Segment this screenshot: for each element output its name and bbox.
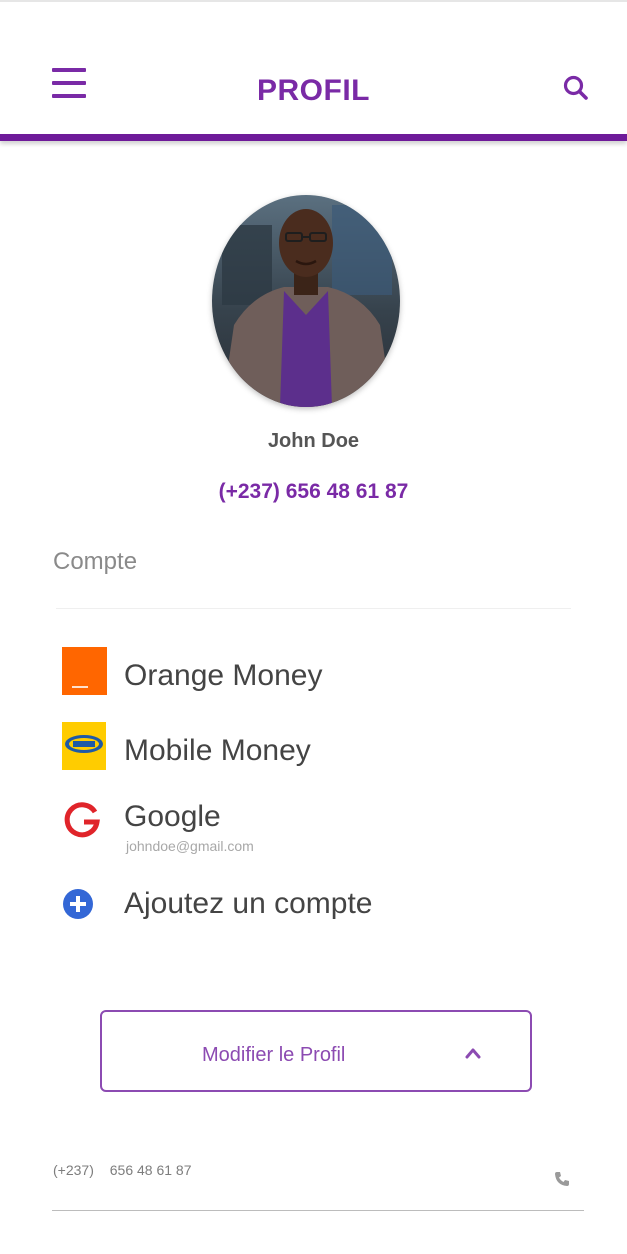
search-icon[interactable] [561,73,591,103]
mtn-mobile-money-icon [62,722,106,770]
add-account-button[interactable]: Ajoutez un compte [62,880,562,934]
account-label: Mobile Money [124,734,311,767]
account-orange-money[interactable]: Orange Money [62,647,562,701]
page-title: PROFIL [257,74,370,107]
account-google[interactable]: Google johndoe@gmail.com [62,798,562,854]
account-email: johndoe@gmail.com [126,838,254,854]
profile-name: John Doe [267,430,360,452]
app-header: PROFIL [0,10,627,141]
phone-field-underline [52,1210,584,1211]
phone-icon[interactable] [553,1170,571,1188]
chevron-up-icon [465,1048,481,1059]
plus-circle-icon [63,889,93,919]
app-screen: PROFIL John Doe (+237) 656 48 61 87 Comp… [0,0,627,1254]
header-accent-bar [0,134,627,141]
profile-phone: (+237) 656 48 61 87 [218,480,409,503]
accounts-section-title: Compte [53,548,138,575]
orange-money-icon [62,647,107,695]
account-label: Google [124,800,221,833]
edit-profile-button[interactable]: Modifier le Profil [100,1010,532,1092]
account-mobile-money[interactable]: Mobile Money [62,722,562,776]
profile-photo[interactable] [212,195,400,407]
section-divider [56,608,571,609]
phone-number: 656 48 61 87 [109,1162,192,1178]
account-label: Ajoutez un compte [124,887,373,920]
account-label: Orange Money [124,659,323,692]
phone-field[interactable]: (+237) 656 48 61 87 [53,1162,192,1178]
phone-country-code: (+237) [53,1162,94,1178]
edit-profile-label: Modifier le Profil [202,1044,346,1066]
google-icon [64,802,100,838]
